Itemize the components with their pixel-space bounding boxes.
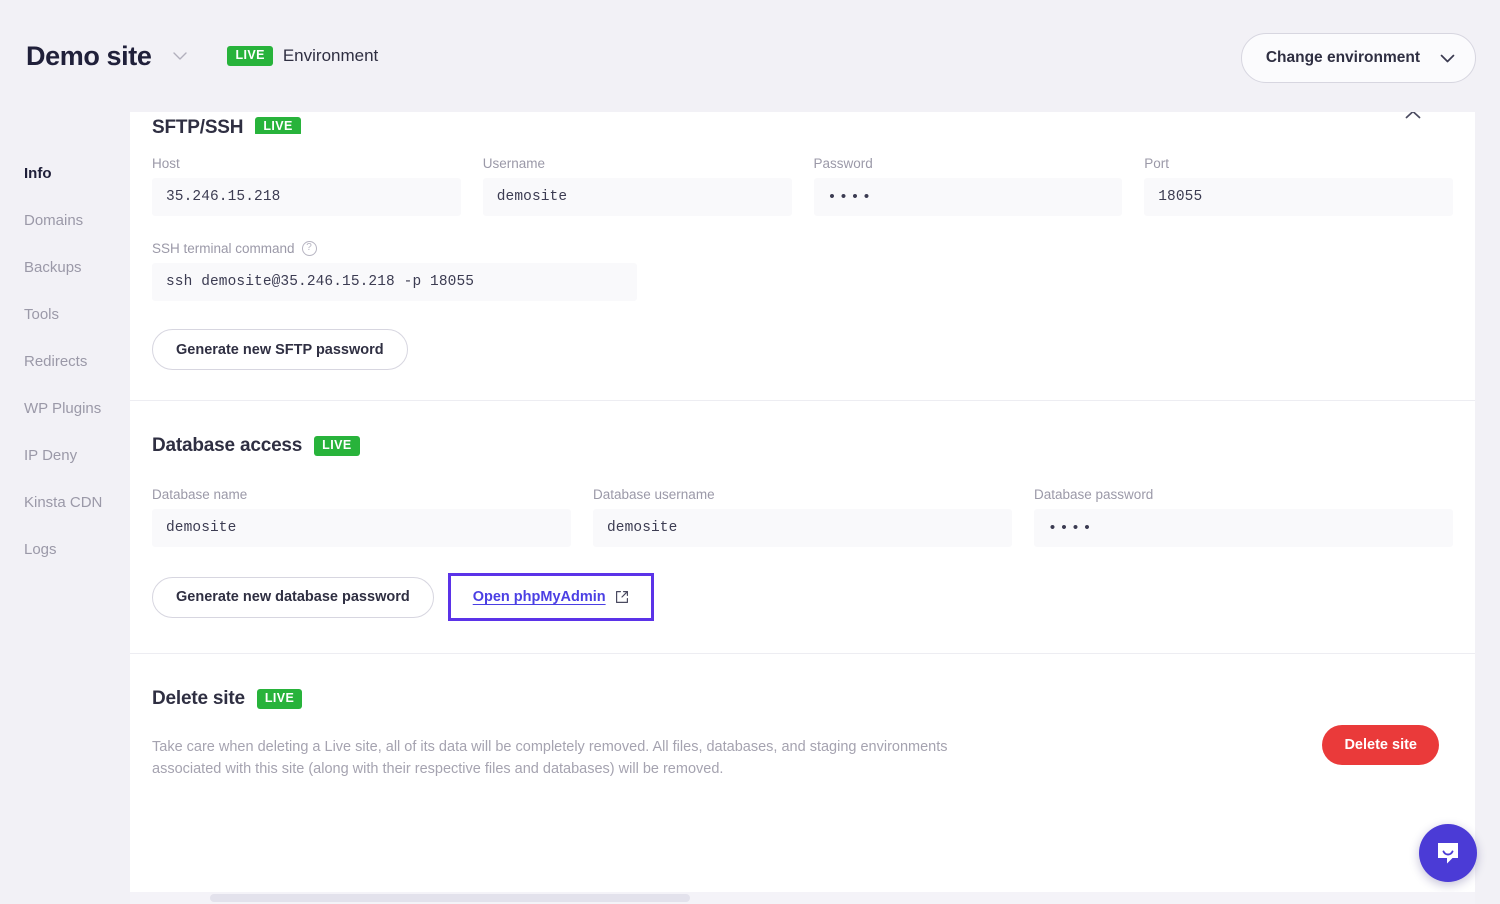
sftp-ssh-section: SFTP/SSH LIVE Host 35.246.15.218 Usernam…: [130, 112, 1475, 400]
sidebar-item-label: Backups: [24, 259, 82, 276]
sftp-port-field: Port 18055: [1144, 156, 1453, 216]
sidebar-item-label: WP Plugins: [24, 400, 101, 417]
sftp-actions-row: Generate new SFTP password: [152, 329, 1453, 400]
sidebar-item-label: Kinsta CDN: [24, 494, 102, 511]
ssh-terminal-command-value[interactable]: ssh demosite@35.246.15.218 -p 18055: [152, 263, 637, 301]
sidebar-item-backups[interactable]: Backups: [0, 244, 130, 291]
sftp-ssh-header: SFTP/SSH LIVE: [152, 112, 1453, 134]
kinsta-site-info-page: Demo site LIVE Environment Change enviro…: [0, 0, 1500, 904]
ssh-terminal-spacer: [659, 241, 1453, 301]
change-environment-label: Change environment: [1266, 49, 1420, 67]
database-credentials-row: Database name demosite Database username…: [152, 487, 1453, 547]
database-access-section: Database access LIVE Database name demos…: [130, 401, 1475, 653]
sftp-username-label: Username: [483, 156, 792, 171]
sidebar-item-info[interactable]: Info: [0, 150, 130, 197]
sftp-credentials-row: Host 35.246.15.218 Username demosite Pas…: [152, 156, 1453, 216]
sidebar-item-domains[interactable]: Domains: [0, 197, 130, 244]
ssh-terminal-command-field: SSH terminal command ? ssh demosite@35.2…: [152, 241, 637, 301]
sidebar-item-kinsta-cdn[interactable]: Kinsta CDN: [0, 479, 130, 526]
open-phpmyadmin-label: Open phpMyAdmin: [473, 589, 606, 605]
sidebar-item-label: Info: [24, 165, 52, 182]
database-access-header: Database access LIVE: [152, 435, 1453, 457]
delete-site-description: Take care when deleting a Live site, all…: [152, 736, 982, 781]
database-actions-row: Generate new database password Open phpM…: [152, 573, 1453, 653]
status-badge-live: LIVE: [227, 46, 272, 66]
sftp-password-label: Password: [814, 156, 1123, 171]
database-password-label: Database password: [1034, 487, 1453, 502]
sftp-port-value[interactable]: 18055: [1144, 178, 1453, 216]
database-username-label: Database username: [593, 487, 1012, 502]
sftp-port-label: Port: [1144, 156, 1453, 171]
sidebar-item-label: IP Deny: [24, 447, 77, 464]
database-name-field: Database name demosite: [152, 487, 571, 547]
database-password-field: Database password ••••: [1034, 487, 1453, 547]
sftp-username-value[interactable]: demosite: [483, 178, 792, 216]
sidebar-item-redirects[interactable]: Redirects: [0, 338, 130, 385]
horizontal-scrollbar[interactable]: [130, 892, 1475, 904]
scrollbar-thumb[interactable]: [210, 894, 690, 902]
open-phpmyadmin-link[interactable]: Open phpMyAdmin: [473, 589, 629, 605]
sftp-ssh-title: SFTP/SSH: [152, 117, 243, 134]
sidebar-nav: Info Domains Backups Tools Redirects WP …: [0, 112, 130, 904]
sidebar-item-label: Logs: [24, 541, 57, 558]
sidebar-item-label: Domains: [24, 212, 83, 229]
database-name-label: Database name: [152, 487, 571, 502]
sidebar-item-ip-deny[interactable]: IP Deny: [0, 432, 130, 479]
status-badge-live: LIVE: [255, 117, 300, 135]
sidebar-item-tools[interactable]: Tools: [0, 291, 130, 338]
sidebar-item-wp-plugins[interactable]: WP Plugins: [0, 385, 130, 432]
database-password-value[interactable]: ••••: [1034, 509, 1453, 547]
site-switcher-chevron-down-icon[interactable]: [169, 45, 191, 67]
change-environment-button[interactable]: Change environment: [1241, 33, 1476, 83]
ssh-terminal-command-label: SSH terminal command ?: [152, 241, 637, 256]
sidebar-item-logs[interactable]: Logs: [0, 526, 130, 573]
question-mark-circle-icon[interactable]: ?: [302, 241, 317, 256]
sftp-password-value[interactable]: ••••: [814, 178, 1123, 216]
delete-site-header: Delete site LIVE: [152, 688, 1453, 710]
generate-new-database-password-button[interactable]: Generate new database password: [152, 577, 434, 618]
main-content-card: SFTP/SSH LIVE Host 35.246.15.218 Usernam…: [130, 112, 1475, 892]
chevron-down-icon: [1440, 54, 1455, 63]
database-access-title: Database access: [152, 435, 302, 457]
intercom-chat-launcher[interactable]: [1419, 824, 1477, 882]
status-badge-live: LIVE: [314, 436, 359, 456]
sidebar-item-label: Tools: [24, 306, 59, 323]
environment-indicator: LIVE Environment: [227, 46, 378, 66]
delete-site-section: Delete site LIVE Take care when deleting…: [130, 654, 1475, 781]
delete-site-title: Delete site: [152, 688, 245, 710]
sftp-username-field: Username demosite: [483, 156, 792, 216]
top-header-bar: Demo site LIVE Environment Change enviro…: [0, 0, 1500, 112]
chevron-up-icon[interactable]: [1405, 112, 1421, 124]
database-username-field: Database username demosite: [593, 487, 1012, 547]
database-name-value[interactable]: demosite: [152, 509, 571, 547]
phpmyadmin-highlight-box: Open phpMyAdmin: [448, 573, 654, 621]
sftp-host-label: Host: [152, 156, 461, 171]
database-username-value[interactable]: demosite: [593, 509, 1012, 547]
ssh-terminal-row: SSH terminal command ? ssh demosite@35.2…: [152, 241, 1453, 301]
environment-label: Environment: [283, 46, 378, 66]
delete-site-button[interactable]: Delete site: [1322, 725, 1439, 765]
external-link-icon: [615, 590, 629, 604]
status-badge-live: LIVE: [257, 689, 302, 709]
generate-new-sftp-password-button[interactable]: Generate new SFTP password: [152, 329, 408, 370]
sftp-password-field: Password ••••: [814, 156, 1123, 216]
sftp-host-field: Host 35.246.15.218: [152, 156, 461, 216]
sidebar-item-label: Redirects: [24, 353, 87, 370]
sftp-host-value[interactable]: 35.246.15.218: [152, 178, 461, 216]
page-title: Demo site: [26, 41, 151, 72]
chat-bubble-icon: [1433, 838, 1463, 868]
